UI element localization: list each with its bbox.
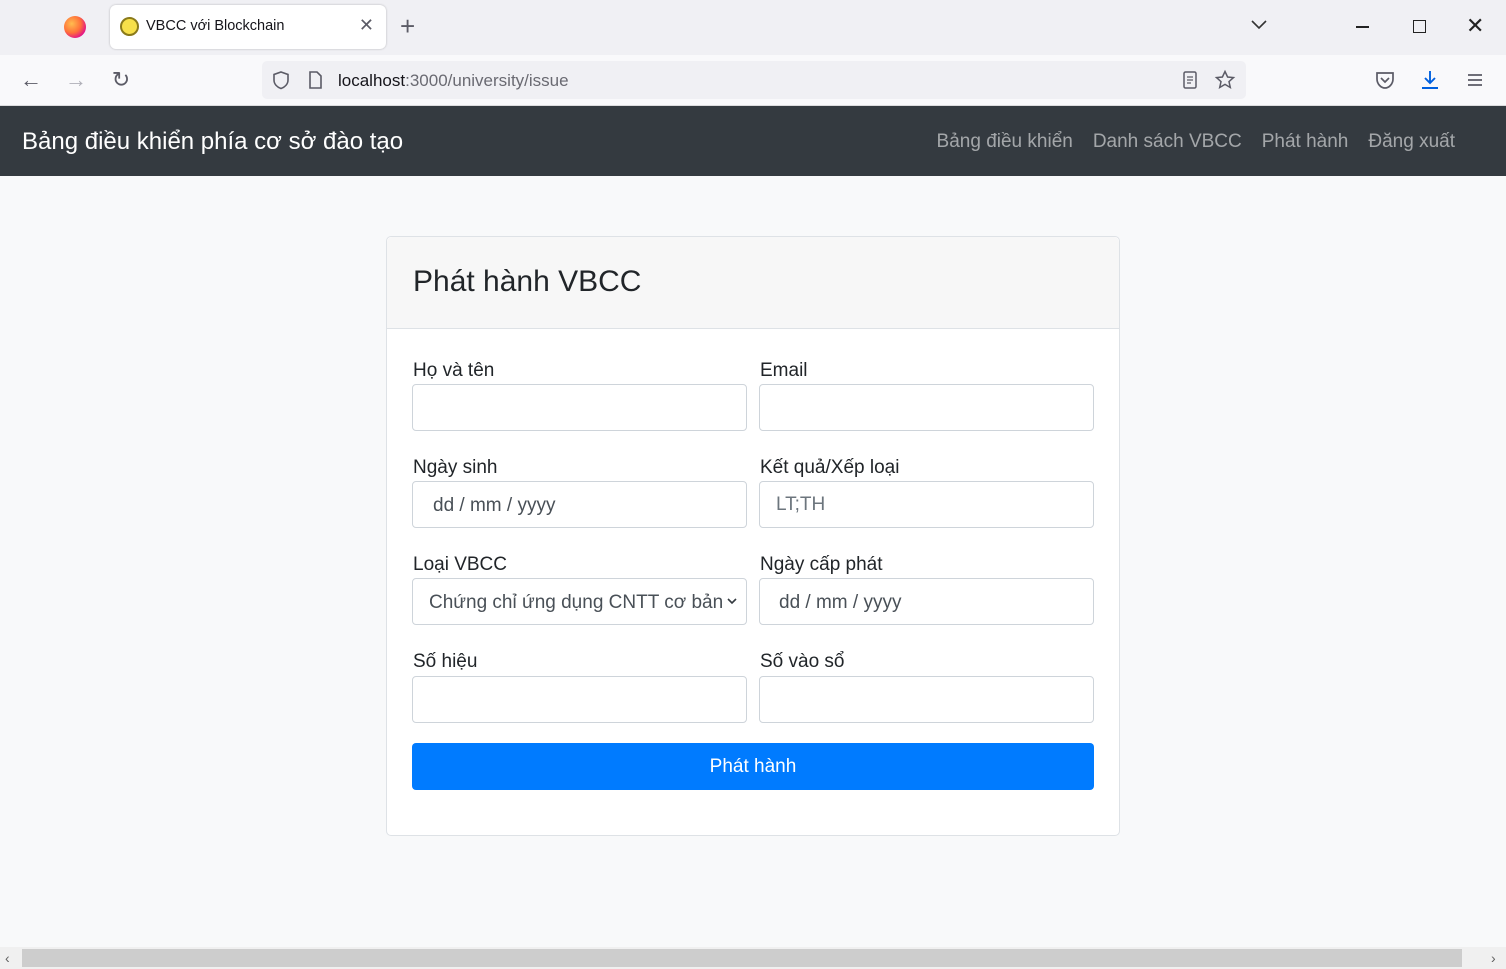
registry-label: Số vào sổ	[760, 651, 845, 672]
browser-toolbar: ← → ↻ localhost:3000/university/issue	[0, 55, 1506, 106]
vbcc-type-select[interactable]: Chứng chỉ ứng dụng CNTT cơ bản	[412, 578, 747, 625]
tab-title: VBCC với Blockchain	[146, 18, 285, 34]
chevron-down-icon	[727, 598, 737, 605]
dob-placeholder: dd / mm / yyyy	[433, 495, 556, 516]
issue-date-input[interactable]: dd / mm / yyyy	[759, 578, 1094, 625]
dob-input[interactable]: dd / mm / yyyy	[412, 481, 747, 528]
serial-input[interactable]	[412, 676, 747, 723]
vbcc-type-value: Chứng chỉ ứng dụng CNTT cơ bản	[429, 592, 724, 613]
issue-submit-button[interactable]: Phát hành	[412, 743, 1094, 790]
reader-view-icon[interactable]	[1179, 69, 1201, 91]
maximize-icon[interactable]	[1413, 20, 1426, 33]
vbcc-type-label: Loại VBCC	[413, 554, 507, 575]
result-label: Kết quả/Xếp loại	[760, 457, 900, 478]
nav-link-vbcc-list[interactable]: Danh sách VBCC	[1093, 131, 1242, 153]
shield-icon[interactable]	[270, 69, 292, 91]
email-label: Email	[760, 360, 808, 381]
url-bar[interactable]: localhost:3000/university/issue	[262, 61, 1246, 99]
fullname-input[interactable]	[412, 384, 747, 431]
chevron-down-icon[interactable]	[1249, 14, 1269, 34]
nav-links: Bảng điều khiển Danh sách VBCC Phát hành…	[937, 131, 1455, 153]
result-input[interactable]	[759, 481, 1094, 528]
navbar-brand[interactable]: Bảng điều khiển phía cơ sở đào tạo	[22, 128, 403, 156]
fullname-label: Họ và tên	[413, 360, 495, 381]
issue-date-placeholder: dd / mm / yyyy	[779, 592, 902, 613]
scrollbar-thumb[interactable]	[22, 949, 1462, 967]
forward-arrow-icon[interactable]: →	[63, 67, 89, 93]
firefox-logo-icon[interactable]	[64, 16, 86, 38]
nav-link-dashboard[interactable]: Bảng điều khiển	[937, 131, 1073, 153]
nav-link-issue[interactable]: Phát hành	[1262, 131, 1349, 153]
back-arrow-icon[interactable]: ←	[18, 67, 44, 93]
dob-label: Ngày sinh	[413, 457, 498, 478]
nav-link-logout[interactable]: Đăng xuất	[1368, 131, 1455, 153]
downloads-icon[interactable]	[1418, 68, 1442, 92]
serial-label: Số hiệu	[413, 651, 478, 672]
scroll-right-icon[interactable]: ›	[1491, 949, 1496, 967]
window-close-icon[interactable]: ✕	[1466, 14, 1484, 38]
card-header: Phát hành VBCC	[387, 237, 1119, 329]
reload-icon[interactable]: ↻	[108, 67, 134, 93]
app-navbar: Bảng điều khiển phía cơ sở đào tạo Bảng …	[0, 106, 1506, 176]
url-text: localhost:3000/university/issue	[338, 71, 569, 90]
browser-tabstrip: VBCC với Blockchain ✕ + ✕	[0, 0, 1506, 55]
site-favicon-icon	[120, 17, 139, 36]
close-tab-icon[interactable]: ✕	[359, 15, 374, 36]
card-title: Phát hành VBCC	[413, 265, 642, 298]
bookmark-star-icon[interactable]	[1214, 69, 1236, 91]
menu-icon[interactable]	[1463, 68, 1487, 92]
pocket-icon[interactable]	[1373, 68, 1397, 92]
email-input[interactable]	[759, 384, 1094, 431]
issue-date-label: Ngày cấp phát	[760, 554, 883, 575]
new-tab-icon[interactable]: +	[400, 12, 415, 40]
horizontal-scrollbar[interactable]: ‹ ›	[0, 947, 1506, 969]
page-icon	[309, 71, 322, 89]
browser-tab[interactable]: VBCC với Blockchain ✕	[110, 5, 386, 49]
registry-input[interactable]	[759, 676, 1094, 723]
scroll-left-icon[interactable]: ‹	[5, 949, 10, 967]
minimize-icon[interactable]	[1356, 26, 1369, 28]
